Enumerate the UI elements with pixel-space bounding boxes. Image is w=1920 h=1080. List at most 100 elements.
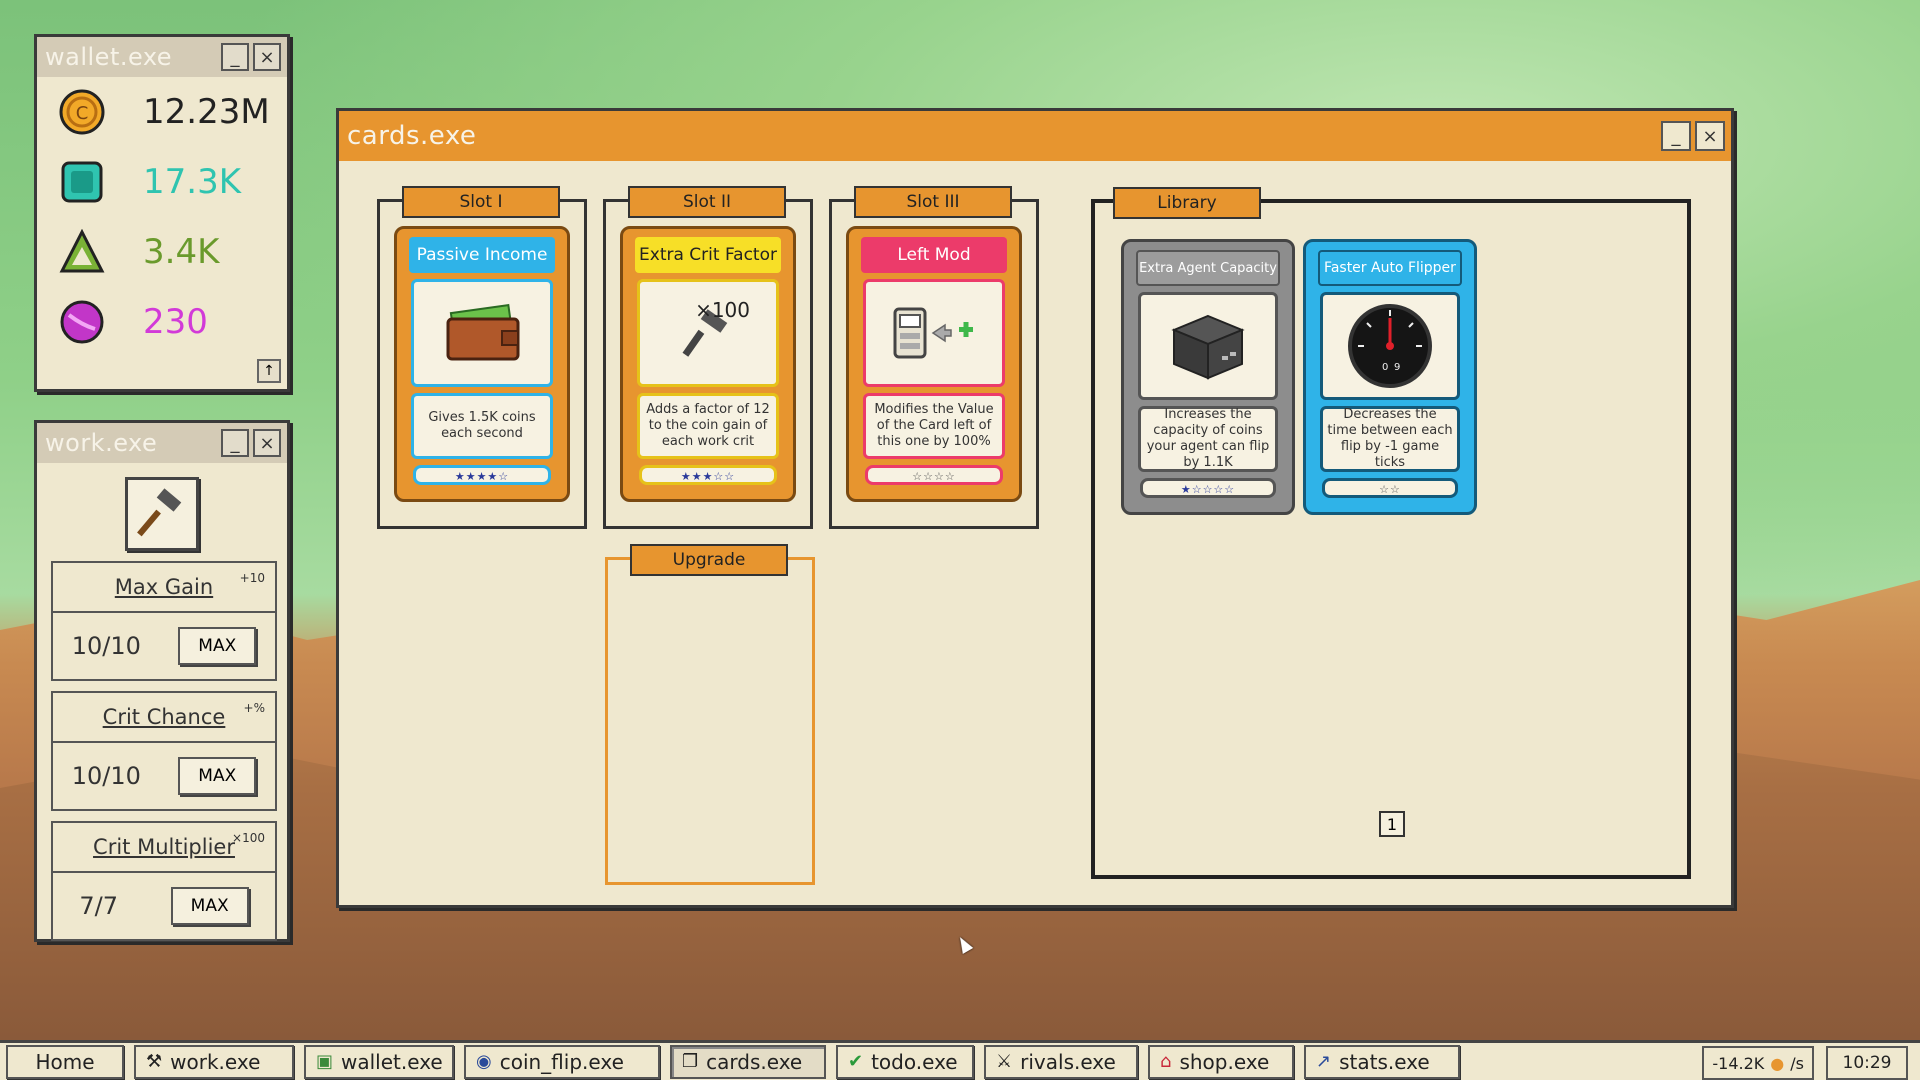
upgrade-drop-area[interactable]: Upgrade	[605, 544, 815, 885]
card-passive-income[interactable]: Passive Income Gives 1.5K coins each sec…	[394, 226, 570, 502]
svg-text:C: C	[76, 103, 89, 124]
income-rate-unit: /s	[1790, 1053, 1804, 1073]
taskbar-rivals[interactable]: ⚔ rivals.exe	[984, 1044, 1138, 1079]
taskbar-label: wallet.exe	[341, 1049, 443, 1074]
wallet-window[interactable]: wallet.exe _ × C 12.23M 17.3K 3.4K 230 ↑	[34, 34, 290, 392]
multiplier-label: ×100	[695, 298, 750, 322]
coins-value: 12.23M	[143, 92, 270, 132]
chart-icon: ↗	[1316, 1051, 1332, 1072]
slot-label: Slot III	[854, 186, 1012, 218]
upgrade-name[interactable]: Max Gain	[115, 575, 213, 599]
wallet-titlebar[interactable]: wallet.exe _ ×	[37, 37, 287, 77]
close-button[interactable]: ×	[253, 43, 281, 71]
taskbar-todo[interactable]: ✔ todo.exe	[836, 1044, 974, 1079]
taskbar-label: work.exe	[170, 1049, 261, 1074]
card-stars: ☆☆	[1322, 478, 1458, 498]
taskbar-label: cards.exe	[706, 1049, 803, 1074]
card-name: Extra Agent Capacity	[1136, 250, 1280, 286]
upgrade-name[interactable]: Crit Chance	[103, 705, 226, 729]
card-stars: ★★★★☆	[413, 465, 551, 485]
taskbar-shop[interactable]: ⌂ shop.exe	[1148, 1044, 1294, 1079]
work-titlebar[interactable]: work.exe _ ×	[37, 423, 287, 463]
card-stars: ★☆☆☆☆	[1140, 478, 1276, 498]
upgrade-hint: +10	[239, 571, 265, 585]
card-faster-auto-flipper[interactable]: Faster Auto Flipper 09 Decreases the tim…	[1303, 239, 1477, 515]
card-name: Left Mod	[861, 237, 1007, 273]
shop-icon: ⌂	[1160, 1051, 1172, 1072]
coin-icon: ◉	[476, 1051, 492, 1072]
card-left-mod[interactable]: Left Mod Modifies the Value of the Card …	[846, 226, 1022, 502]
triangle-icon	[59, 229, 105, 273]
minimize-button[interactable]: _	[221, 43, 249, 71]
card-art	[411, 279, 553, 387]
taskbar-coin-flip[interactable]: ◉ coin_flip.exe	[464, 1044, 660, 1079]
taskbar-label: coin_flip.exe	[499, 1049, 624, 1074]
card-library[interactable]: Library Extra Agent Capacity Increases t…	[1091, 187, 1691, 879]
minimize-button[interactable]: _	[221, 429, 249, 457]
upgrade-hint: ×100	[232, 831, 265, 845]
cards-window[interactable]: cards.exe _ × Slot I Passive Income Give…	[336, 108, 1734, 908]
card-description: Adds a factor of 12 to the coin gain of …	[637, 393, 779, 459]
close-button[interactable]: ×	[253, 429, 281, 457]
card-slot-2[interactable]: Slot II Extra Crit Factor ×100 Adds a fa…	[603, 186, 813, 529]
cards-icon: ❐	[682, 1051, 699, 1072]
taskbar-cards[interactable]: ❐ cards.exe	[670, 1044, 826, 1079]
coin-icon: C	[59, 89, 105, 135]
max-button[interactable]: MAX	[178, 757, 257, 795]
taskbar-work[interactable]: ⚒ work.exe	[134, 1044, 294, 1079]
swords-icon: ⚔	[996, 1051, 1013, 1072]
card-stars: ☆☆☆☆	[865, 465, 1003, 485]
gem-icon	[61, 161, 103, 203]
cards-title: cards.exe	[347, 121, 477, 151]
clock: 10:29	[1826, 1046, 1908, 1080]
library-page-indicator[interactable]: 1	[1379, 811, 1405, 837]
work-window[interactable]: work.exe _ × Max Gain +10 10/10 MAX Crit C…	[34, 420, 290, 942]
max-button[interactable]: MAX	[170, 887, 249, 925]
income-rate: -14.2K	[1712, 1053, 1765, 1073]
cards-titlebar[interactable]: cards.exe _ ×	[339, 111, 1731, 161]
card-description: Decreases the time between each flip by …	[1320, 406, 1460, 472]
scroll-up-button[interactable]: ↑	[257, 359, 281, 383]
upgrade-name[interactable]: Crit Multiplier	[93, 835, 235, 859]
card-description: Modifies the Value of the Card left of t…	[863, 393, 1005, 459]
upgrade-level: 7/7	[79, 892, 118, 920]
max-button[interactable]: MAX	[178, 627, 257, 665]
taskbar-label: rivals.exe	[1020, 1049, 1116, 1074]
card-art	[1138, 292, 1278, 400]
card-art: ×100	[637, 279, 779, 387]
upgrade-crit-multiplier: Crit Multiplier ×100 7/7 MAX	[51, 821, 277, 941]
hammer-icon	[137, 488, 182, 537]
gems-value: 17.3K	[143, 162, 241, 202]
card-stars: ★★★☆☆	[639, 465, 777, 485]
card-slot-1[interactable]: Slot I Passive Income Gives 1.5K coins e…	[377, 186, 587, 529]
wallet-row-gems: 17.3K	[37, 147, 287, 217]
card-name: Faster Auto Flipper	[1318, 250, 1462, 286]
card-description: Increases the capacity of coins your age…	[1138, 406, 1278, 472]
taskbar-stats[interactable]: ↗ stats.exe	[1304, 1044, 1460, 1079]
coin-icon: ●	[1770, 1053, 1785, 1073]
wallet-row-orbs: 230	[37, 287, 287, 357]
upgrade-crit-chance: Crit Chance +% 10/10 MAX	[51, 691, 277, 811]
card-extra-crit-factor[interactable]: Extra Crit Factor ×100 Adds a factor of …	[620, 226, 796, 502]
upgrade-level: 10/10	[71, 762, 141, 790]
card-description: Gives 1.5K coins each second	[411, 393, 553, 459]
income-rate-tray: -14.2K ● /s	[1702, 1046, 1814, 1080]
upgrade-label: Upgrade	[630, 544, 788, 576]
minimize-button[interactable]: _	[1661, 121, 1691, 151]
orbs-value: 230	[143, 302, 208, 342]
close-button[interactable]: ×	[1695, 121, 1725, 151]
taskbar-home[interactable]: Home	[6, 1044, 124, 1079]
taskbar-wallet[interactable]: ▣ wallet.exe	[304, 1044, 454, 1079]
orb-icon	[60, 300, 104, 344]
work-hammer-button[interactable]	[125, 477, 199, 551]
speedometer-icon: 09	[1348, 304, 1432, 388]
card-art: 09	[1320, 292, 1460, 400]
mod-arrow-icon	[893, 307, 973, 359]
card-extra-agent-capacity[interactable]: Extra Agent Capacity Increases the capac…	[1121, 239, 1295, 515]
card-slot-3[interactable]: Slot III Left Mod Modifies the Value of …	[829, 186, 1039, 529]
library-label: Library	[1113, 187, 1261, 219]
slot-label: Slot II	[628, 186, 786, 218]
hammer-icon: ⚒	[146, 1051, 163, 1072]
taskbar-label: todo.exe	[871, 1049, 958, 1074]
slot-label: Slot I	[402, 186, 560, 218]
